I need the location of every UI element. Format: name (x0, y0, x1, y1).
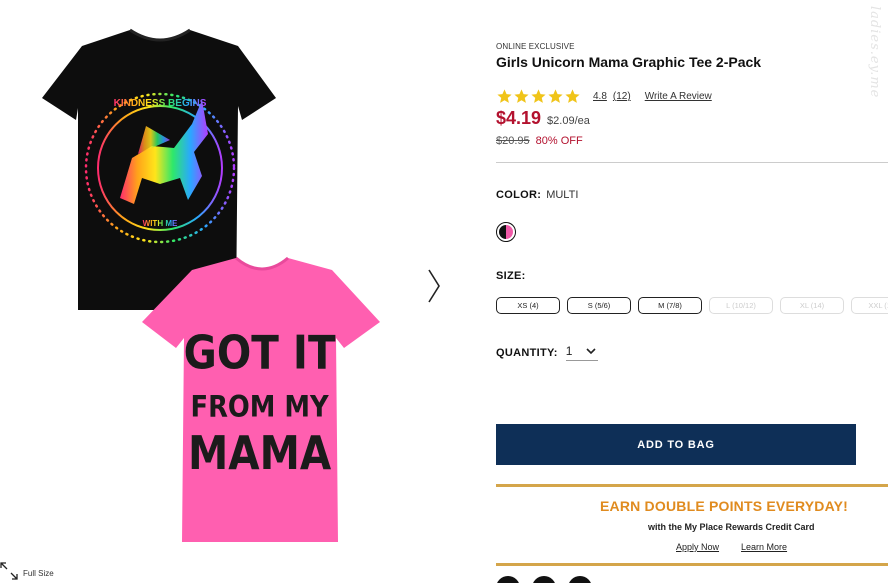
black-tee-bottom-text: WITH ME (143, 219, 178, 228)
quantity-select[interactable]: 1 (565, 344, 599, 361)
star-icon (514, 89, 529, 103)
star-icon (548, 89, 563, 103)
original-price-row: $20.95 80% OFF (496, 135, 583, 147)
pink-tee-image: GOT IT FROM MY MAMA (140, 256, 382, 546)
star-icon (565, 89, 580, 103)
product-title: Girls Unicorn Mama Graphic Tee 2-Pack (496, 54, 762, 70)
chevron-down-icon (586, 347, 597, 354)
rating-value[interactable]: 4.8 (593, 91, 607, 102)
price-per-each: $2.09/ea (547, 115, 590, 127)
color-label: COLOR: (496, 189, 542, 201)
size-option-l[interactable]: L (10/12) (709, 297, 773, 314)
color-swatch-multi[interactable] (496, 222, 516, 242)
promo-links: Apply Now Learn More (676, 542, 787, 552)
price-row: $4.19 $2.09/ea (496, 108, 590, 129)
size-label: SIZE: (496, 270, 526, 282)
star-icon (531, 89, 546, 103)
size-option-s[interactable]: S (5/6) (567, 297, 631, 314)
quantity-value: 1 (565, 344, 573, 358)
original-price: $20.95 (496, 135, 530, 147)
expand-icon (0, 562, 18, 583)
size-options: XS (4) S (5/6) M (7/8) L (10/12) XL (14)… (496, 297, 888, 314)
divider (496, 162, 888, 163)
product-gallery: KINDNESS BEGINS WITH ME GOT IT FROM MY M… (0, 0, 470, 583)
twitter-icon[interactable] (532, 576, 556, 583)
social-share (496, 576, 592, 583)
rating-row: 4.8 (12) Write A Review (496, 88, 712, 105)
pink-tee-line2: FROM MY (191, 389, 330, 424)
pink-tee-line1: GOT IT (184, 327, 336, 380)
full-size-button[interactable]: Full Size (0, 562, 54, 583)
watermark-text: ladies.ey.me (867, 6, 882, 99)
promo-subtitle: with the My Place Rewards Credit Card (648, 522, 815, 532)
quantity-row: QUANTITY: 1 (496, 344, 599, 361)
learn-more-link[interactable]: Learn More (741, 542, 787, 552)
discount-badge: 80% OFF (535, 135, 583, 147)
facebook-icon[interactable] (496, 576, 520, 583)
promo-border-bottom (496, 563, 888, 566)
swatch-fill (499, 225, 513, 239)
black-tee-top-text: KINDNESS BEGINS (114, 98, 207, 109)
add-to-bag-button[interactable]: ADD TO BAG (496, 424, 856, 465)
apply-now-link[interactable]: Apply Now (676, 542, 719, 552)
pinterest-icon[interactable] (568, 576, 592, 583)
next-image-arrow-icon[interactable] (424, 268, 444, 304)
size-option-xxl[interactable]: XXL (16) (851, 297, 888, 314)
size-option-xs[interactable]: XS (4) (496, 297, 560, 314)
online-exclusive-label: ONLINE EXCLUSIVE (496, 42, 575, 51)
promo-title: EARN DOUBLE POINTS EVERYDAY! (600, 498, 849, 514)
rating-count[interactable]: (12) (613, 91, 631, 102)
sale-price: $4.19 (496, 108, 542, 128)
pink-tee-line3: MAMA (188, 428, 332, 481)
size-option-xl[interactable]: XL (14) (780, 297, 844, 314)
color-row: COLOR: MULTI (496, 189, 578, 201)
quantity-label: QUANTITY: (496, 346, 558, 359)
promo-border-top (496, 484, 888, 487)
star-rating[interactable] (496, 88, 581, 105)
color-value: MULTI (546, 189, 579, 201)
size-option-m[interactable]: M (7/8) (638, 297, 702, 314)
product-info: ONLINE EXCLUSIVE Girls Unicorn Mama Grap… (496, 0, 888, 583)
star-icon (497, 89, 512, 103)
write-review-link[interactable]: Write A Review (645, 91, 712, 102)
full-size-label: Full Size (23, 569, 54, 578)
